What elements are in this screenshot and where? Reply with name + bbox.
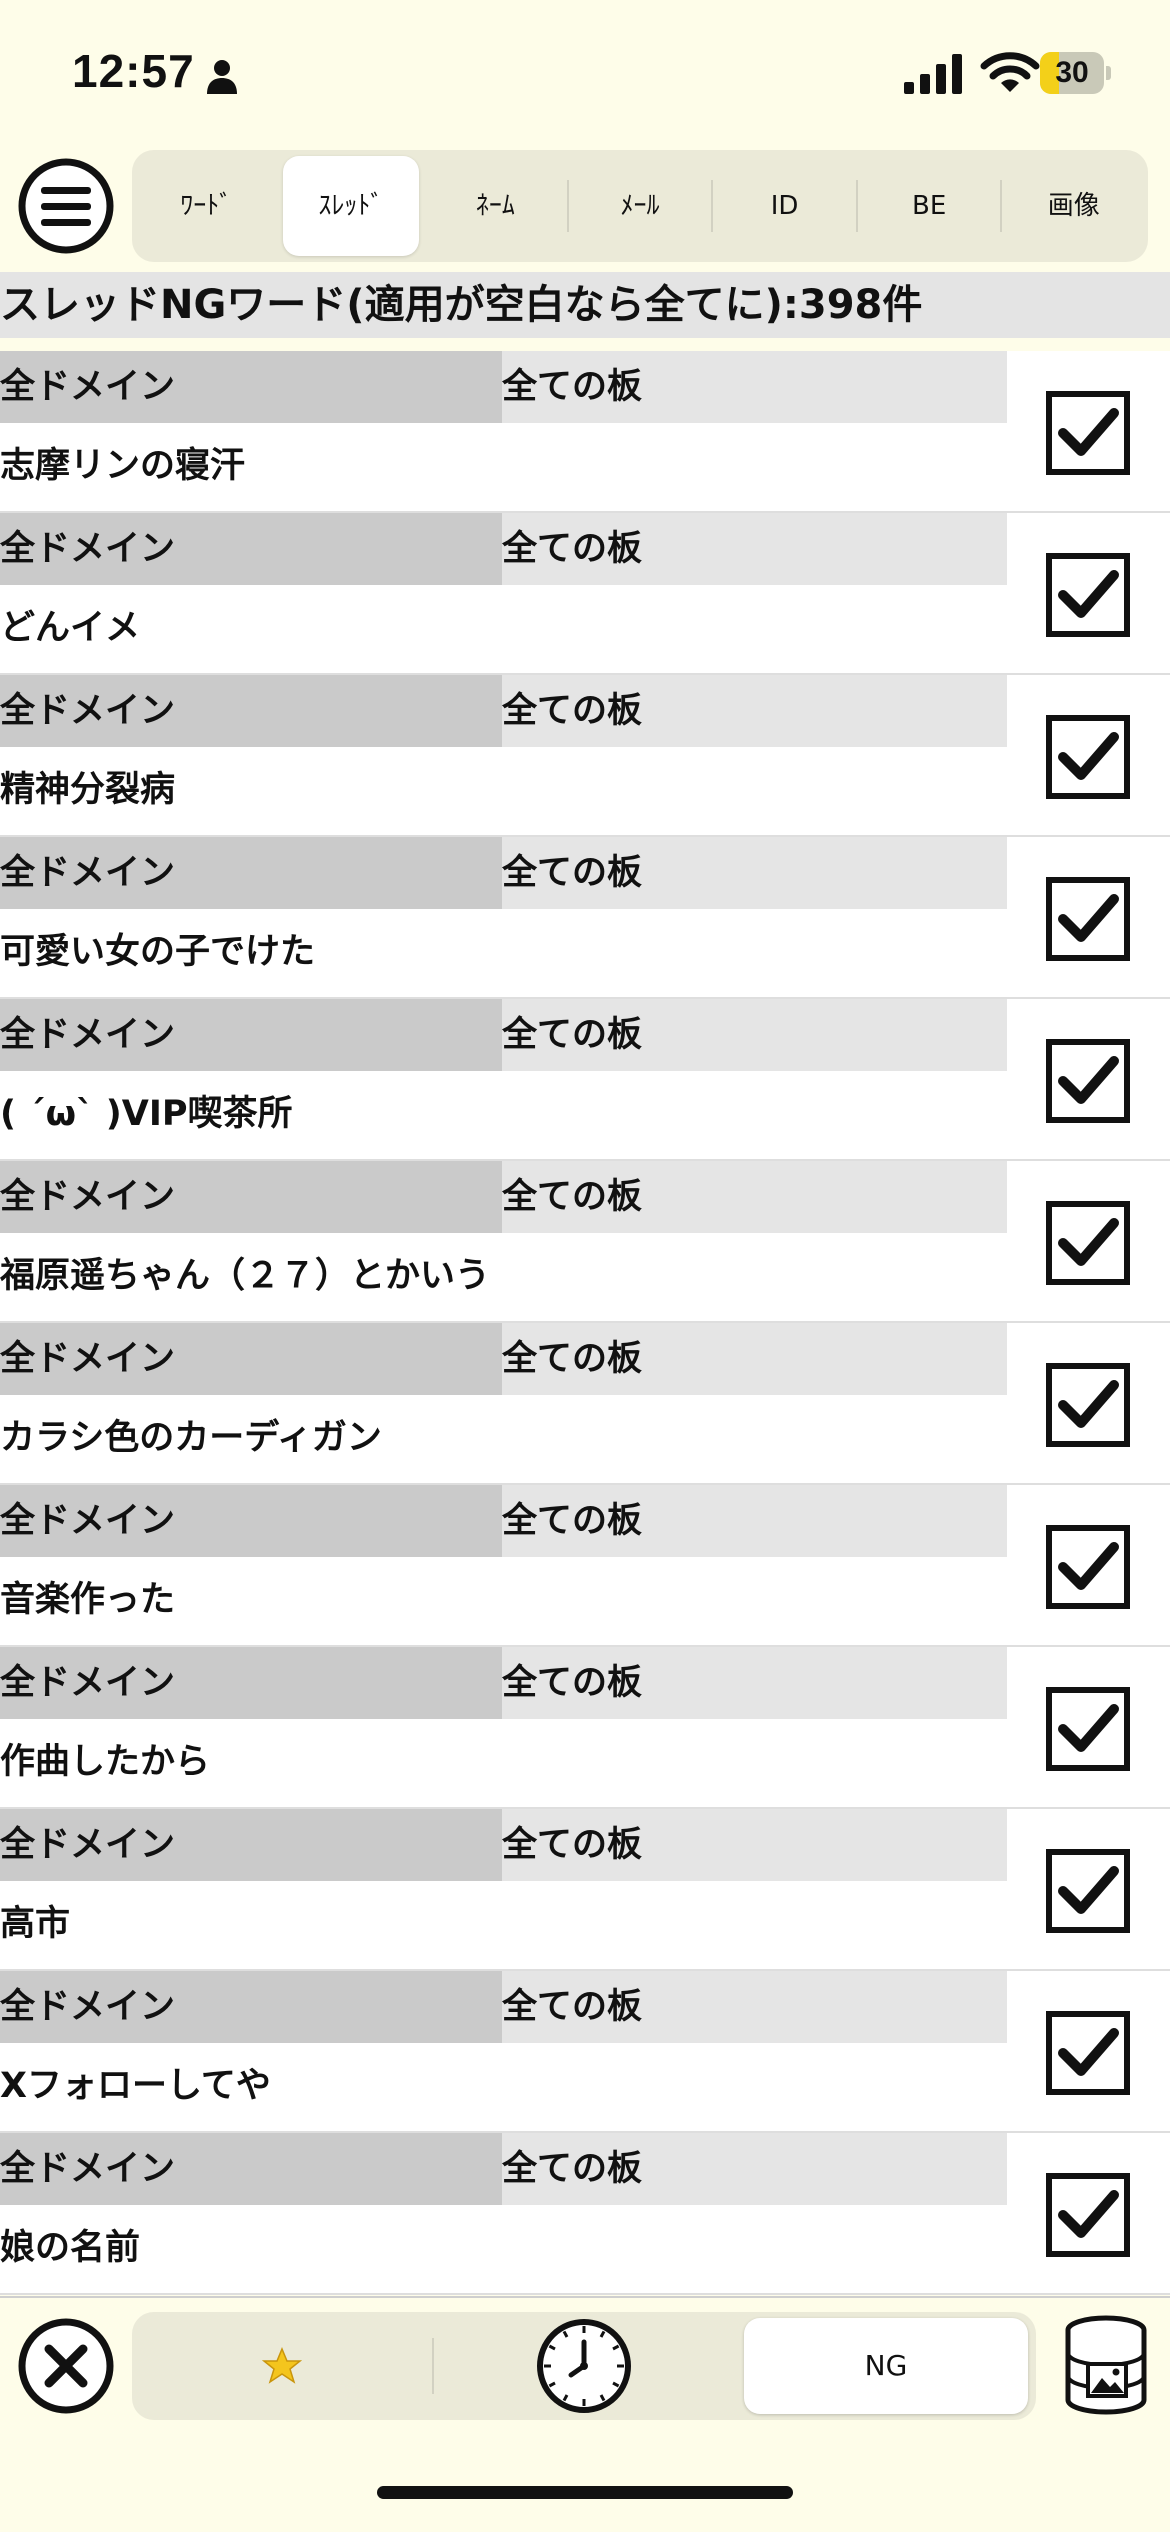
enabled-checkbox[interactable]: [1046, 715, 1130, 799]
status-time: 12:57: [72, 45, 195, 97]
domain-scope-cell[interactable]: 全ドメイン: [0, 837, 502, 909]
enabled-checkbox[interactable]: [1046, 1687, 1130, 1771]
domain-scope-cell[interactable]: 全ドメイン: [0, 2133, 502, 2205]
domain-scope-cell[interactable]: 全ドメイン: [0, 1971, 502, 2043]
ng-word-text: 娘の名前: [0, 2228, 141, 2268]
enabled-checkbox[interactable]: [1046, 553, 1130, 637]
cellular-signal-icon: [904, 54, 962, 94]
enabled-checkbox[interactable]: [1046, 2173, 1130, 2257]
enabled-checkbox[interactable]: [1046, 877, 1130, 961]
domain-scope-cell[interactable]: 全ドメイン: [0, 999, 502, 1071]
enabled-checkbox[interactable]: [1046, 1363, 1130, 1447]
ng-word-row[interactable]: 全ドメイン 全ての板 Xフォローしてや: [0, 1971, 1170, 2133]
domain-scope-cell[interactable]: 全ドメイン: [0, 675, 502, 747]
board-scope-cell[interactable]: 全ての板: [502, 1323, 1007, 1395]
board-scope-cell[interactable]: 全ての板: [502, 1485, 1007, 1557]
board-scope-cell[interactable]: 全ての板: [502, 351, 1007, 423]
domain-scope-cell[interactable]: 全ドメイン: [0, 1809, 502, 1881]
ng-word-row[interactable]: 全ドメイン 全ての板 福原遥ちゃん（２７）とかいう: [0, 1161, 1170, 1323]
ng-word-text: 可愛い女の子でけた: [0, 932, 316, 972]
board-scope-cell[interactable]: 全ての板: [502, 1647, 1007, 1719]
board-scope-cell[interactable]: 全ての板: [502, 675, 1007, 747]
enabled-checkbox[interactable]: [1046, 1525, 1130, 1609]
history-tab[interactable]: [434, 2312, 734, 2420]
ng-word-row[interactable]: 全ドメイン 全ての板音楽作った: [0, 1485, 1170, 1647]
list-header-title: スレッドNGワード(適用が空白なら全てに):398件: [0, 272, 1170, 338]
enabled-checkbox[interactable]: [1046, 1849, 1130, 1933]
tab-4[interactable]: ID: [712, 156, 857, 256]
ng-word-text: 音楽作った: [0, 1580, 176, 1620]
enabled-checkbox[interactable]: [1046, 1039, 1130, 1123]
home-indicator: [377, 2486, 793, 2499]
domain-scope-cell[interactable]: 全ドメイン: [0, 1485, 502, 1557]
close-button[interactable]: [16, 2316, 116, 2416]
ng-word-row[interactable]: 全ドメイン 全ての板高市: [0, 1809, 1170, 1971]
tab-5[interactable]: BE: [857, 156, 1002, 256]
domain-scope-cell[interactable]: 全ドメイン: [0, 1161, 502, 1233]
board-scope-cell[interactable]: 全ての板: [502, 2133, 1007, 2205]
battery-level-text: 30: [1055, 56, 1089, 89]
bottom-toolbar: NG: [0, 2296, 1170, 2434]
star-icon: [262, 2347, 302, 2384]
ng-word-text: カラシ色のカーディガン: [0, 1418, 382, 1458]
enabled-checkbox[interactable]: [1046, 1201, 1130, 1285]
bottom-tab-group: NG: [132, 2312, 1036, 2420]
ng-word-text: 精神分裂病: [0, 770, 176, 810]
domain-scope-cell[interactable]: 全ドメイン: [0, 1647, 502, 1719]
ng-word-text: どんイメ: [0, 608, 141, 648]
ng-word-row[interactable]: 全ドメイン 全ての板 ( ´ω` )VIP喫茶所: [0, 999, 1170, 1161]
ng-word-row[interactable]: 全ドメイン 全ての板志摩リンの寝汗: [0, 351, 1170, 513]
ng-word-row[interactable]: 全ドメイン 全ての板娘の名前: [0, 2133, 1170, 2295]
wifi-icon: [980, 52, 1040, 92]
status-bar: 12:57 30: [0, 0, 1170, 150]
menu-button[interactable]: [17, 157, 115, 255]
ng-word-text: ( ´ω` )VIP喫茶所: [0, 1094, 293, 1134]
tab-6[interactable]: 画像: [1001, 156, 1146, 256]
board-scope-cell[interactable]: 全ての板: [502, 1809, 1007, 1881]
ng-word-row[interactable]: 全ドメイン 全ての板どんイメ: [0, 513, 1170, 675]
ng-word-row[interactable]: 全ドメイン 全ての板作曲したから: [0, 1647, 1170, 1809]
tab-2[interactable]: ﾈｰﾑ: [423, 156, 568, 256]
ng-category-tabs: ﾜｰﾄﾞ ｽﾚｯﾄﾞ ﾈｰﾑ ﾒｰﾙ ID BE 画像: [132, 150, 1148, 262]
tab-0[interactable]: ﾜｰﾄﾞ: [134, 156, 279, 256]
board-scope-cell[interactable]: 全ての板: [502, 999, 1007, 1071]
ng-word-text: Xフォローしてや: [0, 2066, 271, 2106]
clock-icon: [537, 2319, 631, 2413]
ng-word-text: 高市: [0, 1904, 71, 1944]
domain-scope-cell[interactable]: 全ドメイン: [0, 1323, 502, 1395]
board-scope-cell[interactable]: 全ての板: [502, 1161, 1007, 1233]
ng-word-text: 作曲したから: [0, 1742, 211, 1782]
ng-word-text: 福原遥ちゃん（２７）とかいう: [0, 1256, 491, 1296]
battery-indicator: 30: [1040, 52, 1112, 94]
person-icon: [207, 60, 237, 94]
tab-3[interactable]: ﾒｰﾙ: [568, 156, 713, 256]
board-scope-cell[interactable]: 全ての板: [502, 837, 1007, 909]
ng-word-row[interactable]: 全ドメイン 全ての板可愛い女の子でけた: [0, 837, 1170, 999]
ng-tab[interactable]: NG: [744, 2318, 1028, 2414]
ng-word-list: 全ドメイン 全ての板 志摩リンの寝汗 全ドメイン 全ての板 どんイメ 全ドメイン 全ての板 精神…: [0, 351, 1170, 2295]
ng-word-row[interactable]: 全ドメイン 全ての板精神分裂病: [0, 675, 1170, 837]
enabled-checkbox[interactable]: [1046, 391, 1130, 475]
ng-word-row[interactable]: 全ドメイン 全ての板カラシ色のカーディガン: [0, 1323, 1170, 1485]
favorites-tab[interactable]: [132, 2312, 432, 2420]
domain-scope-cell[interactable]: 全ドメイン: [0, 513, 502, 585]
board-scope-cell[interactable]: 全ての板: [502, 1971, 1007, 2043]
tab-1[interactable]: ｽﾚｯﾄﾞ: [282, 156, 420, 256]
enabled-checkbox[interactable]: [1046, 2011, 1130, 2095]
image-database-button[interactable]: [1058, 2312, 1154, 2420]
ng-word-text: 志摩リンの寝汗: [0, 446, 246, 486]
domain-scope-cell[interactable]: 全ドメイン: [0, 351, 502, 423]
board-scope-cell[interactable]: 全ての板: [502, 513, 1007, 585]
